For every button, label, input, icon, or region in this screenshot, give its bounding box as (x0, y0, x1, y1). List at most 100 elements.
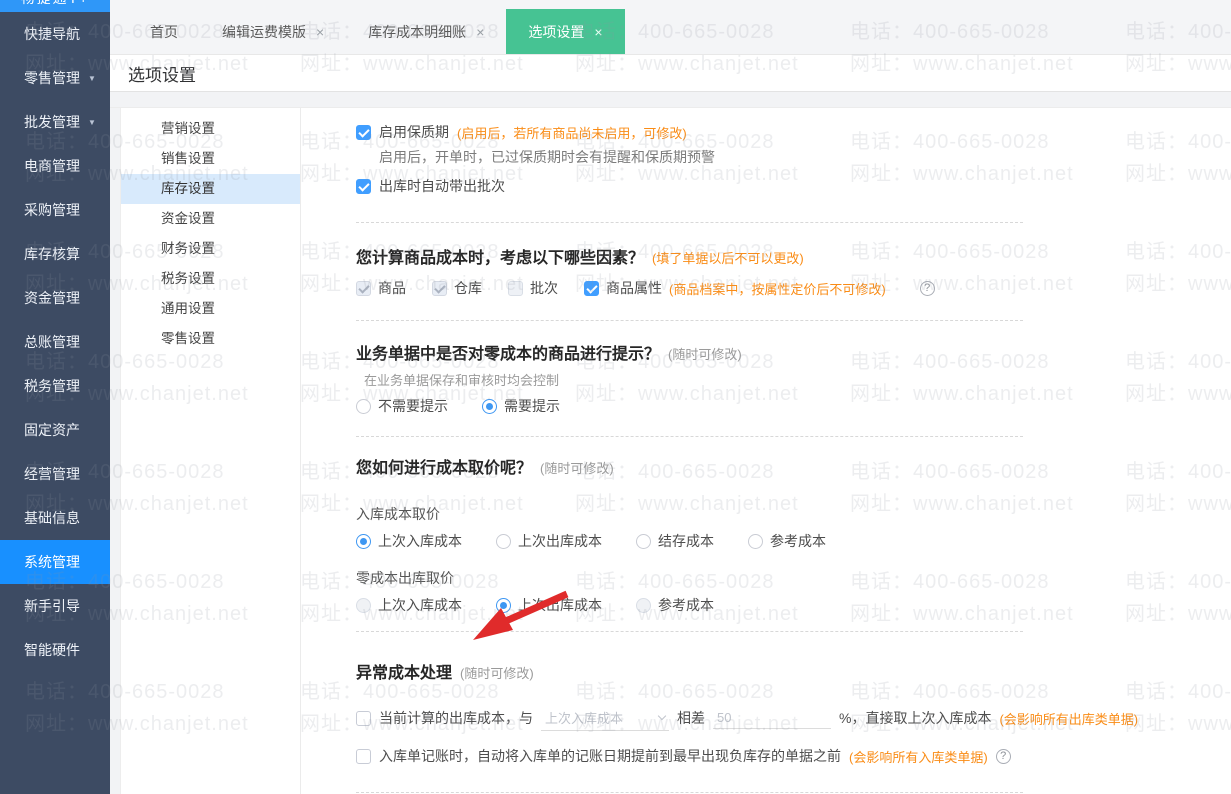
sidebar-item-label: 快捷导航 (24, 24, 80, 44)
sidebar-item-label: 新手引导 (24, 596, 80, 616)
radio-icon[interactable] (748, 534, 763, 549)
checkbox-option[interactable]: 商品属性(商品档案中，按属性定价后不可修改) (584, 278, 886, 298)
sidebar-item-8[interactable]: 税务管理 (0, 364, 110, 408)
sidebar-item-13[interactable]: 新手引导 (0, 584, 110, 628)
checkbox-icon[interactable] (356, 749, 371, 764)
settings-nav-item-5[interactable]: 税务设置 (121, 264, 300, 294)
sidebar-item-7[interactable]: 总账管理 (0, 320, 110, 364)
sidebar-item-label: 库存核算 (24, 244, 80, 264)
sidebar-top-partial-item[interactable]: 畅捷通T+ (0, 0, 110, 12)
settings-nav-item-4[interactable]: 财务设置 (121, 234, 300, 264)
radio-option[interactable]: 上次入库成本 (356, 531, 462, 551)
cost-pricing-heading: 您如何进行成本取价呢？ (随时可修改) (356, 457, 1231, 481)
sidebar-item-label: 固定资产 (24, 420, 80, 440)
tab-1[interactable]: 编辑运费模版× (200, 9, 346, 54)
sidebar-item-label: 总账管理 (24, 332, 80, 352)
close-icon[interactable]: × (316, 24, 324, 40)
radio-option[interactable]: 需要提示 (482, 396, 560, 416)
tab-label: 首页 (150, 22, 178, 42)
heading-note: (随时可修改) (460, 662, 534, 686)
tab-label: 库存成本明细账 (368, 22, 466, 42)
checkbox-label: 启用保质期 (379, 122, 449, 142)
tab-label: 选项设置 (528, 22, 584, 42)
radio-label: 上次出库成本 (518, 531, 602, 551)
sidebar-item-3[interactable]: 电商管理 (0, 144, 110, 188)
checkbox-option[interactable]: 仓库 (432, 278, 482, 298)
tab-2[interactable]: 库存成本明细账 × (346, 9, 506, 54)
main-area: 首页编辑运费模版×库存成本明细账×选项设置× 选项设置 营销设置销售设置库存设置… (110, 0, 1231, 794)
section-divider (356, 792, 1023, 793)
settings-nav-item-0[interactable]: 营销设置 (121, 114, 300, 144)
close-icon[interactable]: × (594, 24, 602, 40)
sidebar-item-label: 电商管理 (24, 156, 80, 176)
sidebar-item-label: 税务管理 (24, 376, 80, 396)
settings-nav-item-6[interactable]: 通用设置 (121, 294, 300, 324)
radio-option[interactable]: 不需要提示 (356, 396, 448, 416)
settings-nav: 营销设置销售设置库存设置资金设置财务设置税务设置通用设置零售设置 (121, 108, 301, 794)
radio-option[interactable]: 参考成本 (748, 531, 826, 551)
radio-icon[interactable] (636, 598, 651, 613)
cost-basis-select[interactable]: 上次入库成本 (541, 705, 669, 731)
radio-label: 参考成本 (770, 531, 826, 551)
settings-nav-item-2[interactable]: 库存设置 (121, 174, 300, 204)
sidebar-item-2[interactable]: 批发管理 ▼ (0, 100, 110, 144)
radio-label: 参考成本 (658, 595, 714, 615)
checkbox-icon[interactable] (508, 281, 523, 296)
settings-nav-item-7[interactable]: 零售设置 (121, 324, 300, 354)
radio-icon[interactable] (482, 399, 497, 414)
checkbox-icon[interactable] (356, 125, 371, 140)
sidebar-item-label: 批发管理 (24, 112, 80, 132)
checkbox-option[interactable]: 批次 (508, 278, 558, 298)
radio-option[interactable]: 上次出库成本 (496, 531, 602, 551)
row1-mid-text: 相差 (677, 708, 705, 728)
heading-text: 异常成本处理 (356, 662, 452, 686)
percent-input[interactable]: 50 (713, 707, 831, 729)
sidebar-item-10[interactable]: 经营管理 (0, 452, 110, 496)
checkbox-icon[interactable] (432, 281, 447, 296)
help-icon[interactable]: ? (996, 749, 1011, 764)
radio-icon[interactable] (356, 598, 371, 613)
shelf-life-help-text: 启用后，开单时，已过保质期时会有提醒和保质期预警 (379, 147, 1231, 167)
checkbox-icon[interactable] (356, 179, 371, 194)
settings-nav-item-1[interactable]: 销售设置 (121, 144, 300, 174)
sidebar-item-5[interactable]: 库存核算 (0, 232, 110, 276)
checkbox-label: 批次 (530, 278, 558, 298)
radio-option[interactable]: 参考成本 (636, 595, 714, 615)
radio-icon[interactable] (636, 534, 651, 549)
inbound-pricing-radio-group: 上次入库成本 上次出库成本 结存成本 参考成本 (356, 531, 1231, 551)
close-icon[interactable]: × (476, 24, 484, 40)
sidebar-item-1[interactable]: 零售管理▼ (0, 56, 110, 100)
tab-0[interactable]: 首页 (128, 9, 200, 54)
settings-nav-item-3[interactable]: 资金设置 (121, 204, 300, 234)
auto-batch-option[interactable]: 出库时自动带出批次 (356, 176, 1231, 196)
radio-label: 上次入库成本 (378, 531, 462, 551)
sidebar-item-11[interactable]: 基础信息 (0, 496, 110, 540)
help-icon[interactable]: ? (920, 281, 935, 296)
checkbox-icon[interactable] (356, 281, 371, 296)
sidebar-item-6[interactable]: 资金管理 (0, 276, 110, 320)
radio-option[interactable]: 上次入库成本 (356, 595, 462, 615)
heading-note: (随时可修改) (540, 457, 614, 481)
radio-icon[interactable] (356, 534, 371, 549)
sidebar-item-0[interactable]: 快捷导航 (0, 12, 110, 56)
sidebar-item-label: 资金管理 (24, 288, 80, 308)
sidebar-item-label: 采购管理 (24, 200, 80, 220)
shelf-life-option[interactable]: 启用保质期 (启用后，若所有商品尚未启用，可修改) (356, 122, 1231, 142)
sidebar-item-14[interactable]: 智能硬件 (0, 628, 110, 672)
radio-label: 上次入库成本 (378, 595, 462, 615)
checkbox-icon[interactable] (356, 711, 371, 726)
sidebar-item-12[interactable]: 系统管理 (0, 540, 110, 584)
radio-icon[interactable] (496, 534, 511, 549)
checkbox-option[interactable]: 商品 (356, 278, 406, 298)
sidebar-item-9[interactable]: 固定资产 (0, 408, 110, 452)
chevron-down-icon: ▼ (88, 118, 96, 127)
checkbox-label: 出库时自动带出批次 (379, 176, 505, 196)
cost-factors-heading: 您计算商品成本时，考虑以下哪些因素？ (填了单据以后不可以更改) (356, 247, 1231, 271)
sidebar-item-4[interactable]: 采购管理 (0, 188, 110, 232)
radio-option[interactable]: 结存成本 (636, 531, 714, 551)
radio-icon[interactable] (356, 399, 371, 414)
tab-3[interactable]: 选项设置 × (506, 9, 624, 54)
sidebar-items: 快捷导航零售管理▼ 批发管理 ▼ 电商管理采购管理库存核算资金管理总账管理税务管理固定… (0, 12, 110, 672)
checkbox-icon[interactable] (584, 281, 599, 296)
app-window: 畅捷通T+ 快捷导航零售管理▼ 批发管理 ▼ 电商管理采购管理库存核算资金管理总账管理… (0, 0, 1231, 794)
